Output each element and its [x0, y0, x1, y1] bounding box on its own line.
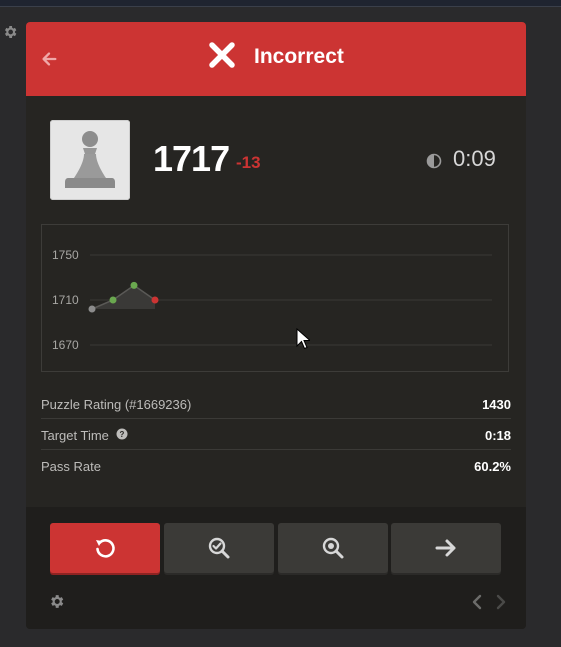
- y-tick-label: 1710: [52, 293, 79, 307]
- incorrect-x-icon: [209, 42, 235, 68]
- svg-text:?: ?: [120, 430, 125, 439]
- puzzle-result-panel: Incorrect 1717 -13 0:09 1750 1710 1670 Puz…: [26, 22, 526, 629]
- data-point: [88, 305, 96, 313]
- stat-row-pass-rate: Pass Rate 60.2%: [41, 450, 511, 480]
- settings-gear-icon[interactable]: [48, 593, 65, 610]
- browser-top-strip: [0, 0, 561, 7]
- back-arrow-icon[interactable]: [40, 50, 58, 68]
- next-arrow-icon: [435, 539, 456, 557]
- hint-search-button[interactable]: [278, 523, 388, 573]
- stat-value: 0:18: [484, 428, 511, 443]
- stat-value: 60.2%: [474, 459, 511, 474]
- result-title: Incorrect: [254, 45, 344, 68]
- stat-row-puzzle-rating: Puzzle Rating (#1669236) 1430: [41, 388, 511, 419]
- hint-search-icon: [322, 537, 344, 559]
- gear-icon[interactable]: [2, 24, 18, 40]
- help-icon[interactable]: ?: [116, 428, 128, 440]
- rating-graph: 1750 1710 1670: [41, 224, 509, 372]
- next-puzzle-button[interactable]: [391, 523, 501, 573]
- chevron-right-icon[interactable]: [494, 594, 508, 610]
- pawn-icon: [65, 131, 115, 188]
- retry-button[interactable]: [50, 523, 160, 573]
- y-tick-label: 1670: [52, 338, 79, 352]
- puzzle-timer: 0:09: [453, 146, 496, 171]
- stat-label: Puzzle Rating (#1669236): [41, 397, 192, 412]
- retry-icon: [96, 539, 115, 558]
- stat-label: Pass Rate: [41, 459, 101, 474]
- chevron-left-icon[interactable]: [470, 594, 484, 610]
- stat-label: Target Time: [41, 428, 109, 443]
- analysis-button[interactable]: [164, 523, 274, 573]
- data-point: [109, 296, 117, 304]
- data-point: [130, 281, 138, 289]
- avatar: [50, 120, 130, 200]
- player-rating: 1717: [153, 138, 230, 179]
- clock-icon: [426, 153, 442, 169]
- y-tick-label: 1750: [52, 248, 79, 262]
- analysis-icon: [208, 537, 230, 559]
- data-point: [151, 296, 159, 304]
- rating-chart: 1750 1710 1670: [52, 248, 492, 352]
- stat-value: 1430: [482, 397, 511, 412]
- stat-row-target-time: Target Time ? 0:18: [41, 419, 511, 450]
- puzzle-stats: Puzzle Rating (#1669236) 1430 Target Tim…: [41, 388, 511, 480]
- footer-controls: [26, 507, 526, 629]
- result-header: Incorrect: [26, 22, 526, 96]
- mouse-cursor: [296, 328, 310, 350]
- rating-change: -13: [236, 153, 261, 172]
